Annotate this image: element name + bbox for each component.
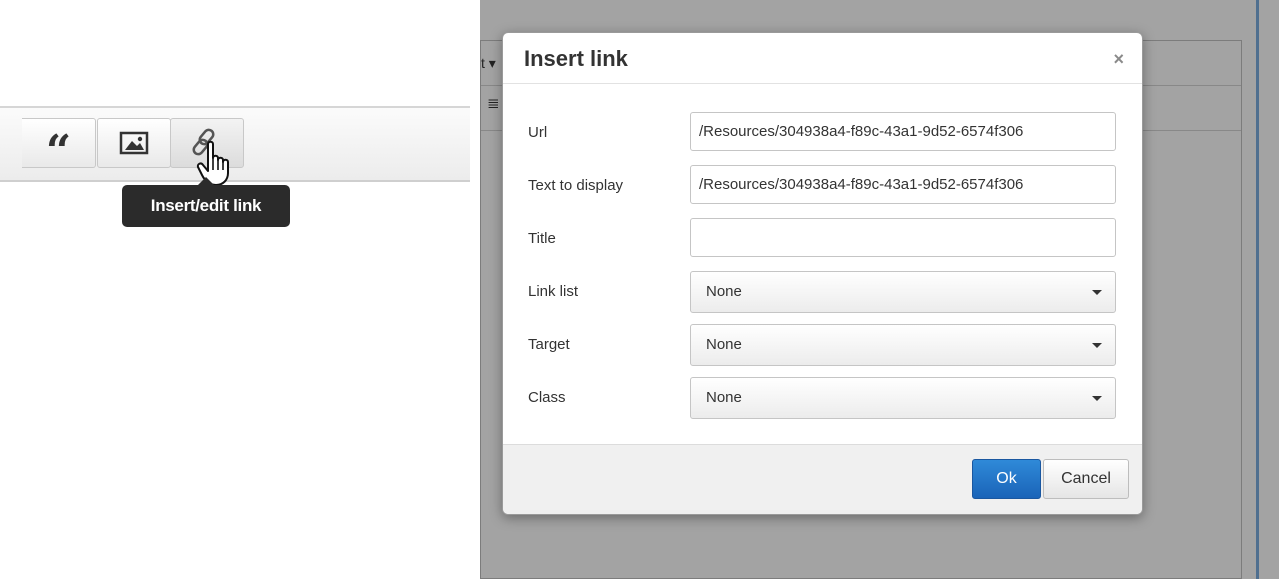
dialog-footer: Ok Cancel [503,444,1142,514]
menubar-fragment: t ▾ [481,55,496,71]
title-label: Title [528,230,556,247]
link-list-row: Link list None [503,271,1144,313]
window-edge [1256,0,1259,579]
insert-image-button[interactable] [97,118,171,168]
target-select[interactable]: None [690,324,1116,366]
chevron-down-icon [1092,343,1102,348]
zoomed-toolbar-panel: “ Insert/edit link [0,0,480,579]
target-label: Target [528,336,570,353]
title-input[interactable] [690,218,1116,257]
target-row: Target None [503,324,1144,366]
class-value: None [706,389,742,406]
text-to-display-input[interactable]: /Resources/304938a4-f89c-43a1-9d52-6574f… [690,165,1116,204]
tooltip-text: Insert/edit link [150,196,262,215]
dialog-title: Insert link [524,46,628,71]
url-row: Url /Resources/304938a4-f89c-43a1-9d52-6… [503,112,1144,152]
chevron-down-icon [1092,290,1102,295]
blockquote-button[interactable]: “ [22,118,96,174]
class-label: Class [528,389,566,406]
class-row: Class None [503,377,1144,419]
close-icon[interactable]: × [1113,49,1124,70]
cancel-button[interactable]: Cancel [1043,459,1129,499]
dialog-header: Insert link × [503,33,1142,84]
url-label: Url [528,124,548,141]
blockquote-icon: “ [45,126,72,177]
link-list-label: Link list [528,283,579,300]
link-list-select[interactable]: None [690,271,1116,313]
url-input[interactable]: /Resources/304938a4-f89c-43a1-9d52-6574f… [690,112,1116,151]
text-label: Text to display [528,177,624,194]
title-row: Title [503,218,1144,258]
insert-link-tooltip: Insert/edit link [122,177,290,227]
insert-link-dialog: Insert link × Url /Resources/304938a4-f8… [502,32,1143,515]
text-row: Text to display /Resources/304938a4-f89c… [503,165,1144,205]
dialog-screenshot-panel: t ▾ ≣ Insert link × Url /Resources/30493… [480,0,1279,579]
target-value: None [706,336,742,353]
align-icon: ≣ [487,95,500,112]
link-list-value: None [706,283,742,300]
chevron-down-icon [1092,396,1102,401]
class-select[interactable]: None [690,377,1116,419]
image-icon [119,131,149,155]
ok-button[interactable]: Ok [972,459,1041,499]
